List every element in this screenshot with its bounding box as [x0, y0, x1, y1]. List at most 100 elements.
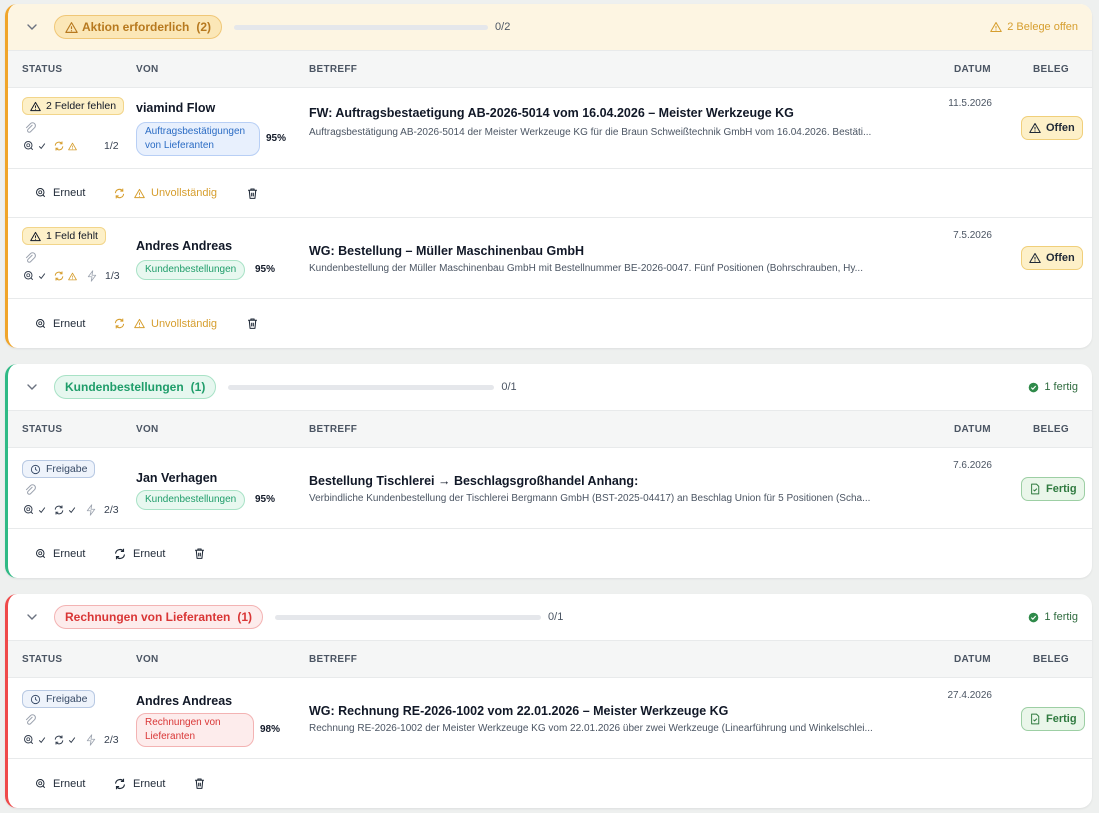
group-progress-bar [275, 614, 542, 620]
subject[interactable]: WG: Bestellung – Müller Maschinenbau Gmb… [309, 244, 584, 258]
chevron-down-icon[interactable] [26, 381, 38, 393]
category-tag[interactable]: Kundenbestellungen [136, 260, 246, 280]
paperclip-icon [24, 714, 37, 727]
delete-button[interactable] [246, 317, 259, 330]
sync-status-text: Unvollständig [151, 187, 218, 199]
sync-status: Unvollständig [113, 317, 217, 330]
paperclip-icon [24, 484, 37, 497]
row-actions: Erneut Unvollständig [8, 169, 1092, 218]
group-count: (1) [190, 380, 206, 394]
table-row[interactable]: Freigabe 2/3 Andres Andreas Rechnungen v… [8, 678, 1092, 759]
subject[interactable]: WG: Rechnung RE-2026-1002 vom 22.01.2026… [309, 704, 728, 718]
group-title-pill: Rechnungen von Lieferanten (1) [54, 605, 264, 629]
delete-button[interactable] [193, 547, 206, 560]
col-betreff[interactable]: BETREFF [309, 654, 357, 665]
retry-button[interactable]: Erneut [113, 547, 165, 561]
warning-icon [990, 21, 1002, 33]
subject[interactable]: Bestellung Tischlerei → Beschlagsgroßhan… [309, 474, 638, 488]
chevron-down-icon[interactable] [26, 611, 38, 623]
table-row[interactable]: 2 Felder fehlen 1/2 viamind Flow Auftrag… [8, 88, 1092, 169]
group-progress-text: 0/1 [501, 381, 517, 393]
check-circle-icon [1028, 382, 1039, 393]
sender-name: Andres Andreas [136, 239, 233, 253]
row-actions: Erneut Unvollständig [8, 299, 1092, 348]
rescan-button[interactable]: Erneut [35, 778, 85, 790]
col-datum[interactable]: DATUM [954, 654, 991, 665]
clock-icon [30, 464, 41, 475]
category-tag[interactable]: Rechnungen von Lieferanten [136, 713, 254, 747]
sync-icon [113, 317, 126, 330]
category-tag[interactable]: Kundenbestellungen [136, 490, 246, 510]
status-badge: 1 Feld fehlt [22, 227, 106, 245]
col-status[interactable]: STATUS [22, 424, 62, 435]
status-badge-label: 2 Felder fehlen [46, 100, 117, 112]
retry-button[interactable]: Erneut [113, 777, 165, 791]
table-header: STATUS VON BETREFF DATUM BELEG [8, 641, 1092, 678]
category-tag[interactable]: Auftragsbestätigungen von Lieferanten [136, 122, 260, 156]
beleg-button[interactable]: Fertig [1021, 707, 1085, 731]
col-beleg[interactable]: BELEG [1033, 424, 1069, 435]
sender-name: viamind Flow [136, 101, 216, 115]
group-header[interactable]: Kundenbestellungen (1) 0/1 1 fertig [8, 364, 1092, 411]
warning-icon [1029, 252, 1041, 264]
beleg-button[interactable]: Fertig [1021, 477, 1085, 501]
group-title: Kundenbestellungen [65, 380, 184, 394]
col-status[interactable]: STATUS [22, 654, 62, 665]
col-datum[interactable]: DATUM [954, 424, 991, 435]
check-icon [68, 506, 76, 514]
date: 27.4.2026 [947, 690, 993, 701]
table-header: STATUS VON BETREFF DATUM BELEG [8, 51, 1092, 88]
status-badge-label: Freigabe [46, 463, 88, 475]
date: 7.5.2026 [953, 230, 992, 241]
beleg-label: Fertig [1046, 713, 1077, 725]
rescan-button[interactable]: Erneut [35, 548, 85, 560]
warning-icon [68, 142, 77, 151]
col-beleg[interactable]: BELEG [1033, 654, 1069, 665]
step-counter: 2/3 [104, 504, 119, 516]
scan-icon [23, 270, 35, 282]
group-progress-bar [228, 384, 495, 390]
document-check-icon [1029, 713, 1041, 725]
status-badge: 2 Felder fehlen [22, 97, 125, 115]
col-von[interactable]: VON [136, 654, 159, 665]
rescan-button[interactable]: Erneut [35, 187, 85, 199]
pipeline-icons: 2/3 [23, 734, 119, 746]
check-icon [38, 506, 46, 514]
warning-icon [134, 318, 145, 329]
group-header[interactable]: Rechnungen von Lieferanten (1) 0/1 1 fer… [8, 594, 1092, 641]
beleg-button[interactable]: Offen [1021, 246, 1083, 270]
delete-button[interactable] [193, 777, 206, 790]
paperclip-icon [24, 252, 37, 265]
warning-icon [65, 21, 78, 34]
table-row[interactable]: 1 Feld fehlt 1/3 Andres Andreas Kundenbe… [8, 218, 1092, 299]
paperclip-icon [24, 122, 37, 135]
beleg-button[interactable]: Offen [1021, 116, 1083, 140]
group-status-text: 1 fertig [1044, 611, 1078, 623]
subject[interactable]: FW: Auftragsbestaetigung AB-2026-5014 vo… [309, 106, 794, 120]
warning-icon [30, 101, 41, 112]
retry-label: Erneut [133, 777, 166, 790]
group-header[interactable]: Aktion erforderlich (2) 0/2 2 Belege off… [8, 4, 1092, 51]
sender-name: Jan Verhagen [136, 471, 218, 485]
col-status[interactable]: STATUS [22, 64, 62, 75]
group-progress-bar [234, 24, 489, 30]
group-status-text: 1 fertig [1044, 381, 1078, 393]
bolt-icon [85, 734, 97, 746]
col-von[interactable]: VON [136, 424, 159, 435]
col-datum[interactable]: DATUM [954, 64, 991, 75]
rescan-button[interactable]: Erneut [35, 318, 85, 330]
scan-icon [23, 734, 35, 746]
check-icon [38, 272, 46, 280]
col-betreff[interactable]: BETREFF [309, 424, 357, 435]
sync-icon [113, 777, 127, 791]
warning-icon [30, 231, 41, 242]
col-von[interactable]: VON [136, 64, 159, 75]
chevron-down-icon[interactable] [26, 21, 38, 33]
delete-button[interactable] [246, 187, 259, 200]
table-row[interactable]: Freigabe 2/3 Jan Verhagen Kundenbestellu… [8, 448, 1092, 529]
document-check-icon [1029, 483, 1041, 495]
preview-text: Rechnung RE-2026-1002 der Meister Werkze… [309, 723, 873, 734]
col-betreff[interactable]: BETREFF [309, 64, 357, 75]
col-beleg[interactable]: BELEG [1033, 64, 1069, 75]
check-circle-icon [1028, 612, 1039, 623]
